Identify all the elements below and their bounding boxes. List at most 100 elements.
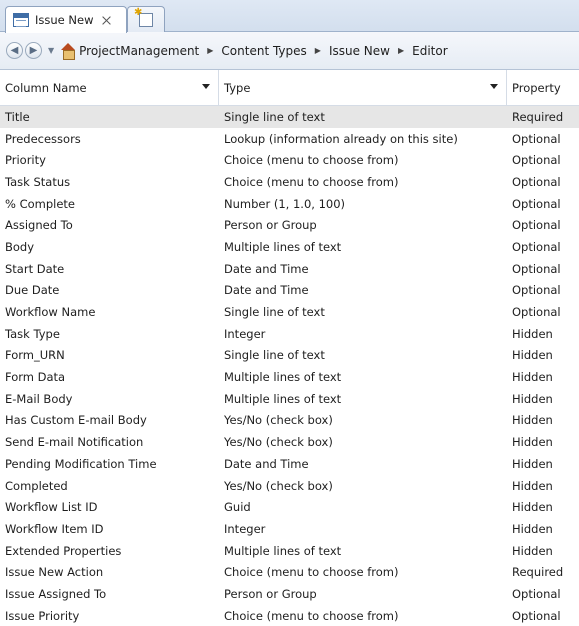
grid-rows: Title Single line of text Required Predeces… — [0, 106, 579, 626]
grid-header: Column Name Type Property — [0, 70, 579, 106]
type-cell: Integer — [224, 326, 266, 341]
tab-label: Issue New — [35, 13, 94, 27]
breadcrumb-editor[interactable]: Editor — [412, 44, 448, 58]
column-name-cell: Has Custom E-mail Body — [5, 413, 147, 428]
property-cell: Hidden — [512, 326, 553, 341]
breadcrumb-projectmanagement[interactable]: ProjectManagement — [79, 44, 199, 58]
column-name-cell: Issue Assigned To — [5, 586, 107, 601]
property-cell: Optional — [512, 261, 561, 276]
table-row[interactable]: Issue Priority Choice (menu to choose fro… — [0, 605, 579, 626]
property-header[interactable]: Property — [507, 70, 579, 105]
tab-issue-new[interactable]: Issue New — [5, 6, 127, 33]
tab-strip: Issue New — [0, 0, 579, 33]
type-cell: Date and Time — [224, 261, 309, 276]
property-cell: Optional — [512, 174, 561, 189]
table-row[interactable]: Due Date Date and Time Optional — [0, 280, 579, 302]
table-row[interactable]: Completed Yes/No (check box) Hidden — [0, 475, 579, 497]
type-header[interactable]: Type — [219, 70, 507, 105]
property-cell: Optional — [512, 586, 561, 601]
column-name-cell: Issue Priority — [5, 608, 80, 623]
column-name-cell: Send E-mail Notification — [5, 435, 144, 450]
filter-dropdown-icon[interactable] — [202, 84, 210, 89]
table-row[interactable]: Assigned To Person or Group Optional — [0, 214, 579, 236]
header-label: Type — [224, 80, 251, 95]
type-cell: Multiple lines of text — [224, 239, 342, 254]
back-button[interactable]: ◀ — [6, 42, 23, 59]
table-row[interactable]: Form_URN Single line of text Hidden — [0, 345, 579, 367]
breadcrumb-issue-new[interactable]: Issue New — [329, 44, 390, 58]
content-type-icon — [13, 13, 29, 27]
type-cell: Choice (menu to choose from) — [224, 608, 399, 623]
new-tab-icon — [134, 7, 153, 27]
table-row[interactable]: Send E-mail Notification Yes/No (check bo… — [0, 431, 579, 453]
table-row[interactable]: Pending Modification Time Date and Time Hi… — [0, 453, 579, 475]
breadcrumb-separator-icon[interactable]: ▶ — [398, 46, 404, 55]
new-tab-button[interactable] — [127, 6, 165, 33]
columns-grid: Column Name Type Property Title Single li… — [0, 70, 579, 626]
type-cell: Date and Time — [224, 456, 309, 471]
table-row[interactable]: Issue Assigned To Person or Group Optional — [0, 583, 579, 605]
type-cell: Choice (menu to choose from) — [224, 565, 399, 580]
property-cell: Hidden — [512, 391, 553, 406]
property-cell: Optional — [512, 218, 561, 233]
property-cell: Optional — [512, 131, 561, 146]
table-row[interactable]: Body Multiple lines of text Optional — [0, 236, 579, 258]
close-icon[interactable] — [101, 15, 112, 26]
table-row[interactable]: Start Date Date and Time Optional — [0, 258, 579, 280]
table-row[interactable]: % Complete Number (1, 1.0, 100) Optional — [0, 193, 579, 215]
property-cell: Optional — [512, 239, 561, 254]
property-cell: Hidden — [512, 456, 553, 471]
property-cell: Optional — [512, 283, 561, 298]
column-name-cell: Predecessors — [5, 131, 81, 146]
table-row[interactable]: Extended Properties Multiple lines of tex… — [0, 540, 579, 562]
filter-dropdown-icon[interactable] — [490, 84, 498, 89]
property-cell: Hidden — [512, 348, 553, 363]
table-row[interactable]: Workflow List ID Guid Hidden — [0, 496, 579, 518]
table-row[interactable]: Has Custom E-mail Body Yes/No (check box)… — [0, 410, 579, 432]
table-row[interactable]: Predecessors Lookup (information already … — [0, 128, 579, 150]
type-cell: Integer — [224, 521, 266, 536]
type-cell: Multiple lines of text — [224, 370, 342, 385]
table-row[interactable]: Task Type Integer Hidden — [0, 323, 579, 345]
header-label: Property — [512, 80, 561, 95]
table-row[interactable]: Form Data Multiple lines of text Hidden — [0, 366, 579, 388]
property-cell: Hidden — [512, 435, 553, 450]
history-dropdown-icon[interactable]: ▼ — [48, 46, 54, 55]
table-row[interactable]: Task Status Choice (menu to choose from) O… — [0, 171, 579, 193]
column-name-header[interactable]: Column Name — [0, 70, 219, 105]
column-name-cell: Workflow Item ID — [5, 521, 104, 536]
property-cell: Optional — [512, 608, 561, 623]
property-cell: Hidden — [512, 413, 553, 428]
column-name-cell: Assigned To — [5, 218, 73, 233]
table-row[interactable]: Workflow Item ID Integer Hidden — [0, 518, 579, 540]
breadcrumb-content-types[interactable]: Content Types — [221, 44, 306, 58]
property-cell: Optional — [512, 305, 561, 320]
type-cell: Choice (menu to choose from) — [224, 153, 399, 168]
home-icon — [60, 42, 76, 60]
type-cell: Single line of text — [224, 109, 325, 124]
forward-button[interactable]: ▶ — [25, 42, 42, 59]
column-name-cell: Task Type — [5, 326, 60, 341]
column-name-cell: Workflow List ID — [5, 500, 98, 515]
breadcrumb-separator-icon[interactable]: ▶ — [315, 46, 321, 55]
property-cell: Hidden — [512, 543, 553, 558]
column-name-cell: Workflow Name — [5, 305, 96, 320]
column-name-cell: Body — [5, 239, 35, 254]
type-cell: Yes/No (check box) — [224, 478, 333, 493]
property-cell: Required — [512, 109, 564, 124]
type-cell: Yes/No (check box) — [224, 413, 333, 428]
type-cell: Single line of text — [224, 305, 325, 320]
property-cell: Hidden — [512, 500, 553, 515]
column-name-cell: Form Data — [5, 370, 66, 385]
column-name-cell: E-Mail Body — [5, 391, 73, 406]
column-name-cell: Title — [5, 109, 30, 124]
column-name-cell: Form_URN — [5, 348, 65, 363]
table-row[interactable]: Title Single line of text Required — [0, 106, 579, 128]
table-row[interactable]: Workflow Name Single line of text Optional — [0, 301, 579, 323]
breadcrumb-separator-icon[interactable]: ▶ — [207, 46, 213, 55]
table-row[interactable]: Priority Choice (menu to choose from) Opti… — [0, 149, 579, 171]
column-name-cell: Pending Modification Time — [5, 456, 157, 471]
table-row[interactable]: E-Mail Body Multiple lines of text Hidden — [0, 388, 579, 410]
navigation-bar: ◀ ▶ ▼ ProjectManagement ▶ Content Types … — [0, 32, 579, 70]
table-row[interactable]: Issue New Action Choice (menu to choose f… — [0, 561, 579, 583]
